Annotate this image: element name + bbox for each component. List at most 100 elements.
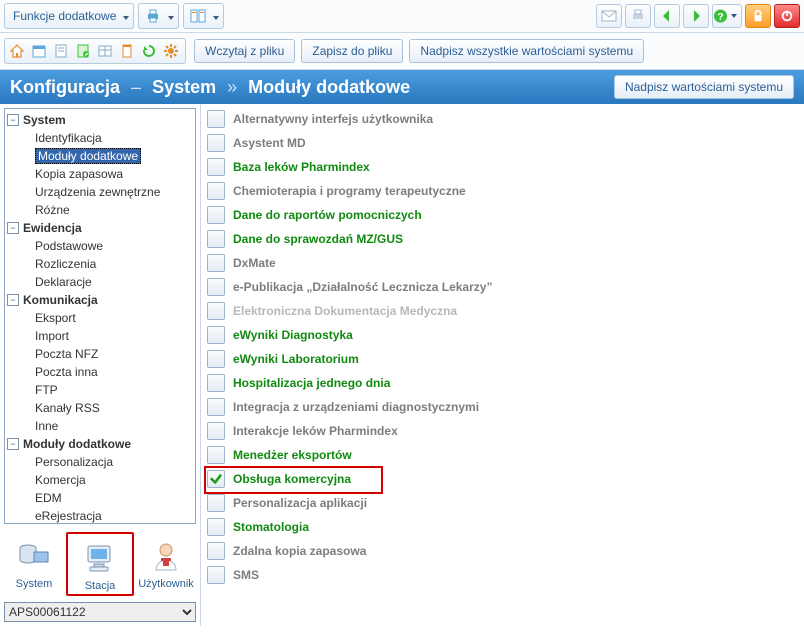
tree-item[interactable]: EDM: [17, 489, 195, 507]
lock-button[interactable]: [745, 4, 771, 28]
scope-tab-stacja[interactable]: Stacja: [66, 532, 134, 596]
chevron-down-icon: [120, 9, 129, 23]
tree-group-system[interactable]: −System: [5, 111, 195, 129]
diskette-icon-button[interactable]: [73, 41, 93, 61]
module-checkbox[interactable]: [207, 422, 225, 440]
module-row[interactable]: Interakcje leków Pharmindex: [207, 420, 798, 442]
functions-menu[interactable]: Funkcje dodatkowe: [4, 3, 134, 29]
scope-tab-system[interactable]: System: [2, 532, 66, 596]
overwrite-all-button[interactable]: Nadpisz wszystkie wartościami systemu: [409, 39, 644, 63]
module-label: Personalizacja aplikacji: [233, 496, 367, 510]
table-icon-button[interactable]: [95, 41, 115, 61]
tree-group-komunikacja[interactable]: −Komunikacja: [5, 291, 195, 309]
help-menu[interactable]: ?: [712, 4, 742, 28]
tree-item[interactable]: Poczta inna: [17, 363, 195, 381]
tree-item[interactable]: Komercja: [17, 471, 195, 489]
mail-button[interactable]: [596, 4, 622, 28]
tree-item[interactable]: Podstawowe: [17, 237, 195, 255]
module-row[interactable]: DxMate: [207, 252, 798, 274]
tree-group-moduly[interactable]: −Moduły dodatkowe: [5, 435, 195, 453]
module-checkbox[interactable]: [207, 278, 225, 296]
module-row[interactable]: Personalizacja aplikacji: [207, 492, 798, 514]
module-checkbox[interactable]: [207, 326, 225, 344]
module-row[interactable]: e-Publikacja „Działalność Lecznicza Leka…: [207, 276, 798, 298]
tree-item[interactable]: Deklaracje: [17, 273, 195, 291]
module-checkbox[interactable]: [207, 470, 225, 488]
printer-icon: [143, 6, 163, 26]
home-icon-button[interactable]: [7, 41, 27, 61]
module-row[interactable]: Obsługa komercyjna: [207, 468, 798, 490]
gear-icon-button[interactable]: [161, 41, 181, 61]
module-checkbox[interactable]: [207, 230, 225, 248]
module-row[interactable]: Elektroniczna Dokumentacja Medyczna: [207, 300, 798, 322]
tree-item[interactable]: Kanały RSS: [17, 399, 195, 417]
tree-item[interactable]: Identyfikacja: [17, 129, 195, 147]
tree-item[interactable]: Moduły dodatkowe: [17, 147, 195, 165]
module-checkbox[interactable]: [207, 374, 225, 392]
module-row[interactable]: eWyniki Diagnostyka: [207, 324, 798, 346]
module-checkbox[interactable]: [207, 398, 225, 416]
overwrite-system-button[interactable]: Nadpisz wartościami systemu: [614, 75, 794, 99]
back-button[interactable]: [654, 4, 680, 28]
tree-item[interactable]: Poczta NFZ: [17, 345, 195, 363]
module-checkbox[interactable]: [207, 542, 225, 560]
module-row[interactable]: Integracja z urządzeniami diagnostycznym…: [207, 396, 798, 418]
module-checkbox[interactable]: [207, 206, 225, 224]
module-checkbox[interactable]: [207, 494, 225, 512]
refresh-icon-button[interactable]: [139, 41, 159, 61]
module-checkbox[interactable]: [207, 254, 225, 272]
module-row[interactable]: Menedżer eksportów: [207, 444, 798, 466]
module-row[interactable]: Dane do sprawozdań MZ/GUS: [207, 228, 798, 250]
svg-text:?: ?: [717, 12, 723, 23]
station-select[interactable]: APS00061122: [4, 602, 196, 622]
tree-item[interactable]: Import: [17, 327, 195, 345]
module-checkbox[interactable]: [207, 134, 225, 152]
module-label: Stomatologia: [233, 520, 309, 534]
module-checkbox[interactable]: [207, 110, 225, 128]
module-row[interactable]: Asystent MD: [207, 132, 798, 154]
module-row[interactable]: Dane do raportów pomocniczych: [207, 204, 798, 226]
module-checkbox[interactable]: [207, 350, 225, 368]
scope-tab-uzytkownik[interactable]: Użytkownik: [134, 532, 198, 596]
layout-menu[interactable]: [183, 3, 224, 29]
tree-item[interactable]: Kopia zapasowa: [17, 165, 195, 183]
lock-icon: [751, 9, 765, 23]
tree-item[interactable]: Personalizacja: [17, 453, 195, 471]
chevron-down-icon: [165, 9, 174, 23]
breadcrumb-root: Konfiguracja: [10, 77, 120, 97]
module-row[interactable]: eWyniki Laboratorium: [207, 348, 798, 370]
module-row[interactable]: Chemioterapia i programy terapeutyczne: [207, 180, 798, 202]
tree-item[interactable]: eRejestracja: [17, 507, 195, 524]
user-icon: [148, 538, 184, 574]
module-row[interactable]: Alternatywny interfejs użytkownika: [207, 108, 798, 130]
tree-item[interactable]: Różne: [17, 201, 195, 219]
document-icon-button[interactable]: [117, 41, 137, 61]
calendar-icon-button[interactable]: [29, 41, 49, 61]
tree-group-ewidencja[interactable]: −Ewidencja: [5, 219, 195, 237]
module-checkbox[interactable]: [207, 518, 225, 536]
scope-tab-uzytkownik-label: Użytkownik: [138, 578, 194, 590]
sheet-icon-button[interactable]: [51, 41, 71, 61]
power-button[interactable]: [774, 4, 800, 28]
module-checkbox[interactable]: [207, 566, 225, 584]
module-checkbox[interactable]: [207, 158, 225, 176]
print-preview-button[interactable]: [625, 4, 651, 28]
module-row[interactable]: Baza leków Pharmindex: [207, 156, 798, 178]
forward-button[interactable]: [683, 4, 709, 28]
tree-item[interactable]: Inne: [17, 417, 195, 435]
tree-item[interactable]: FTP: [17, 381, 195, 399]
module-checkbox[interactable]: [207, 446, 225, 464]
tree-item[interactable]: Rozliczenia: [17, 255, 195, 273]
print-menu[interactable]: [138, 3, 179, 29]
config-tree[interactable]: −SystemIdentyfikacjaModuły dodatkoweKopi…: [4, 108, 196, 524]
module-checkbox[interactable]: [207, 302, 225, 320]
module-row[interactable]: Zdalna kopia zapasowa: [207, 540, 798, 562]
module-row[interactable]: SMS: [207, 564, 798, 586]
tree-item[interactable]: Urządzenia zewnętrzne: [17, 183, 195, 201]
load-from-file-button[interactable]: Wczytaj z pliku: [194, 39, 295, 63]
save-to-file-button[interactable]: Zapisz do pliku: [301, 39, 403, 63]
module-checkbox[interactable]: [207, 182, 225, 200]
module-row[interactable]: Stomatologia: [207, 516, 798, 538]
module-row[interactable]: Hospitalizacja jednego dnia: [207, 372, 798, 394]
tree-item[interactable]: Eksport: [17, 309, 195, 327]
